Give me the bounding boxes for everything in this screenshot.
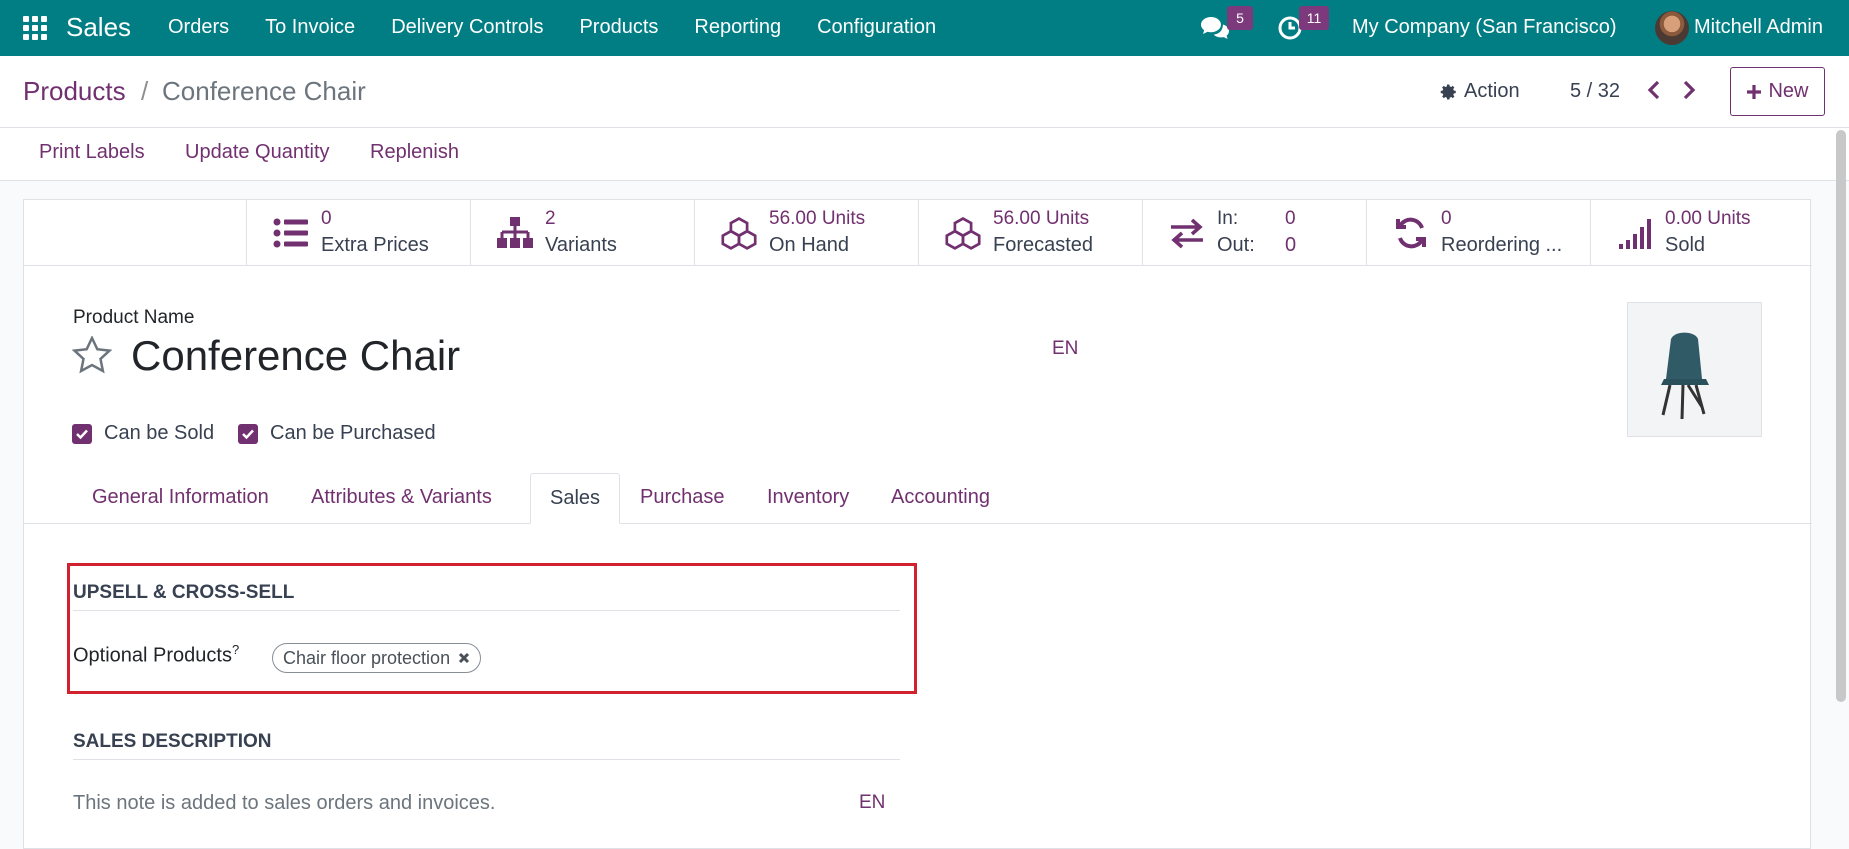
optional-products-label: Optional Products? [73, 642, 239, 668]
sales-description-title: SALES DESCRIPTION [73, 731, 272, 752]
smart-buttons-row: 0 Extra Prices 2 Variants 56.00 Units On… [24, 200, 1812, 266]
tab-accounting[interactable]: Accounting [872, 473, 1009, 524]
variants-label: Variants [545, 234, 617, 256]
form-statusbar: Print Labels Update Quantity Replenish [0, 128, 1849, 181]
signal-icon [1619, 219, 1651, 249]
user-avatar[interactable] [1655, 11, 1689, 45]
in-value: 0 [1285, 208, 1296, 229]
messages-count-badge: 5 [1227, 6, 1253, 30]
user-menu[interactable]: Mitchell Admin [1694, 16, 1823, 39]
tab-general-information[interactable]: General Information [73, 473, 288, 524]
main-menu: Orders To Invoice Delivery Controls Prod… [168, 16, 972, 39]
apps-grid-icon[interactable] [23, 16, 47, 40]
sold-label: Sold [1665, 234, 1706, 256]
extra-prices-count: 0 [321, 208, 332, 229]
menu-item-delivery-controls[interactable]: Delivery Controls [391, 16, 543, 39]
messages-icon[interactable] [1200, 15, 1230, 41]
extra-prices-label: Extra Prices [321, 234, 429, 256]
smart-button-reordering[interactable]: 0 Reordering ... [1367, 200, 1591, 266]
breadcrumb-separator: / [141, 76, 149, 106]
product-name-input[interactable]: Conference Chair [131, 332, 460, 380]
tab-attributes-variants[interactable]: Attributes & Variants [292, 473, 511, 524]
menu-item-orders[interactable]: Orders [168, 16, 229, 39]
product-image[interactable] [1627, 302, 1762, 437]
on-hand-label: On Hand [769, 234, 850, 256]
gear-icon [1440, 84, 1456, 99]
plus-icon [1747, 84, 1762, 99]
cubes-icon [945, 217, 981, 250]
form-sheet: 0 Extra Prices 2 Variants 56.00 Units On… [23, 199, 1812, 849]
smart-button-in-out[interactable]: In: 0 Out: 0 [1143, 200, 1367, 266]
top-navbar: Sales Orders To Invoice Delivery Control… [0, 0, 1849, 56]
action-menu-button[interactable]: Action [1440, 80, 1520, 103]
tag-remove-icon[interactable] [458, 652, 470, 664]
sales-description-separator [73, 759, 900, 760]
menu-item-configuration[interactable]: Configuration [817, 16, 936, 39]
tab-sales[interactable]: Sales [530, 473, 621, 524]
can-be-sold-checkbox[interactable]: Can be Sold [72, 422, 214, 445]
in-label: In: [1217, 208, 1239, 229]
page-scrollbar[interactable] [1836, 130, 1846, 702]
company-switcher[interactable]: My Company (San Francisco) [1352, 16, 1617, 39]
check-icon [72, 423, 92, 444]
cubes-icon [721, 217, 757, 250]
exchange-icon [1171, 218, 1203, 249]
list-icon [273, 218, 308, 248]
upsell-separator [73, 610, 900, 611]
reordering-label: Reordering ... [1441, 234, 1563, 256]
on-hand-quantity: 56.00 Units [769, 208, 866, 229]
tab-inventory[interactable]: Inventory [748, 473, 868, 524]
app-brand[interactable]: Sales [66, 12, 131, 43]
smart-button-variants[interactable]: 2 Variants [471, 200, 695, 266]
smart-button-sold[interactable]: 0.00 Units Sold [1591, 200, 1812, 266]
sales-description-input[interactable]: This note is added to sales orders and i… [73, 792, 495, 815]
out-label: Out: [1217, 234, 1255, 256]
tab-purchase[interactable]: Purchase [621, 473, 744, 524]
out-value: 0 [1285, 234, 1297, 256]
update-quantity-button[interactable]: Update Quantity [185, 141, 330, 164]
breadcrumb-products[interactable]: Products [23, 76, 126, 107]
optional-products-help-icon[interactable]: ? [232, 642, 239, 657]
can-be-purchased-checkbox[interactable]: Can be Purchased [238, 422, 436, 445]
smart-button-forecasted[interactable]: 56.00 Units Forecasted [919, 200, 1143, 266]
product-name-label: Product Name [73, 307, 195, 328]
print-labels-button[interactable]: Print Labels [39, 141, 145, 164]
refresh-icon [1396, 217, 1426, 249]
check-icon [238, 423, 258, 444]
forecasted-label: Forecasted [993, 234, 1094, 256]
menu-item-to-invoice[interactable]: To Invoice [265, 16, 355, 39]
smart-button-extra-prices[interactable]: 0 Extra Prices [247, 200, 471, 266]
smart-button-on-hand[interactable]: 56.00 Units On Hand [695, 200, 919, 266]
chair-image [1661, 332, 1709, 420]
can-be-sold-label: Can be Sold [104, 422, 215, 444]
variants-count: 2 [545, 208, 556, 229]
sold-quantity: 0.00 Units [1665, 208, 1751, 229]
can-be-purchased-label: Can be Purchased [270, 422, 436, 444]
optional-product-tag: Chair floor protection [272, 643, 482, 673]
chevron-right-icon[interactable] [1676, 78, 1700, 102]
pager-value[interactable]: 5 / 32 [1570, 80, 1620, 103]
control-panel: Products / Conference Chair Action 5 / 3… [0, 56, 1849, 128]
breadcrumb-current: Conference Chair [162, 76, 366, 106]
menu-item-products[interactable]: Products [579, 16, 658, 39]
reordering-count: 0 [1441, 208, 1452, 229]
sitemap-icon [497, 217, 533, 248]
menu-item-reporting[interactable]: Reporting [694, 16, 781, 39]
replenish-button[interactable]: Replenish [370, 141, 459, 164]
chevron-left-icon[interactable] [1643, 78, 1667, 102]
sales-description-lang-button[interactable]: EN [859, 792, 885, 814]
new-button[interactable]: New [1730, 67, 1825, 116]
activities-count-badge: 11 [1299, 6, 1329, 30]
action-label: Action [1464, 80, 1520, 102]
form-notebook-tabs: General Information Attributes & Variant… [24, 473, 1812, 524]
forecasted-quantity: 56.00 Units [993, 208, 1090, 229]
optional-product-tag-label: Chair floor protection [283, 647, 451, 668]
favorite-star-icon[interactable] [72, 336, 112, 374]
smart-button-empty [24, 200, 247, 266]
product-name-lang-button[interactable]: EN [1052, 338, 1078, 360]
optional-products-text: Optional Products [73, 644, 232, 667]
new-button-label: New [1768, 80, 1809, 102]
upsell-section-title: UPSELL & CROSS-SELL [73, 582, 295, 603]
